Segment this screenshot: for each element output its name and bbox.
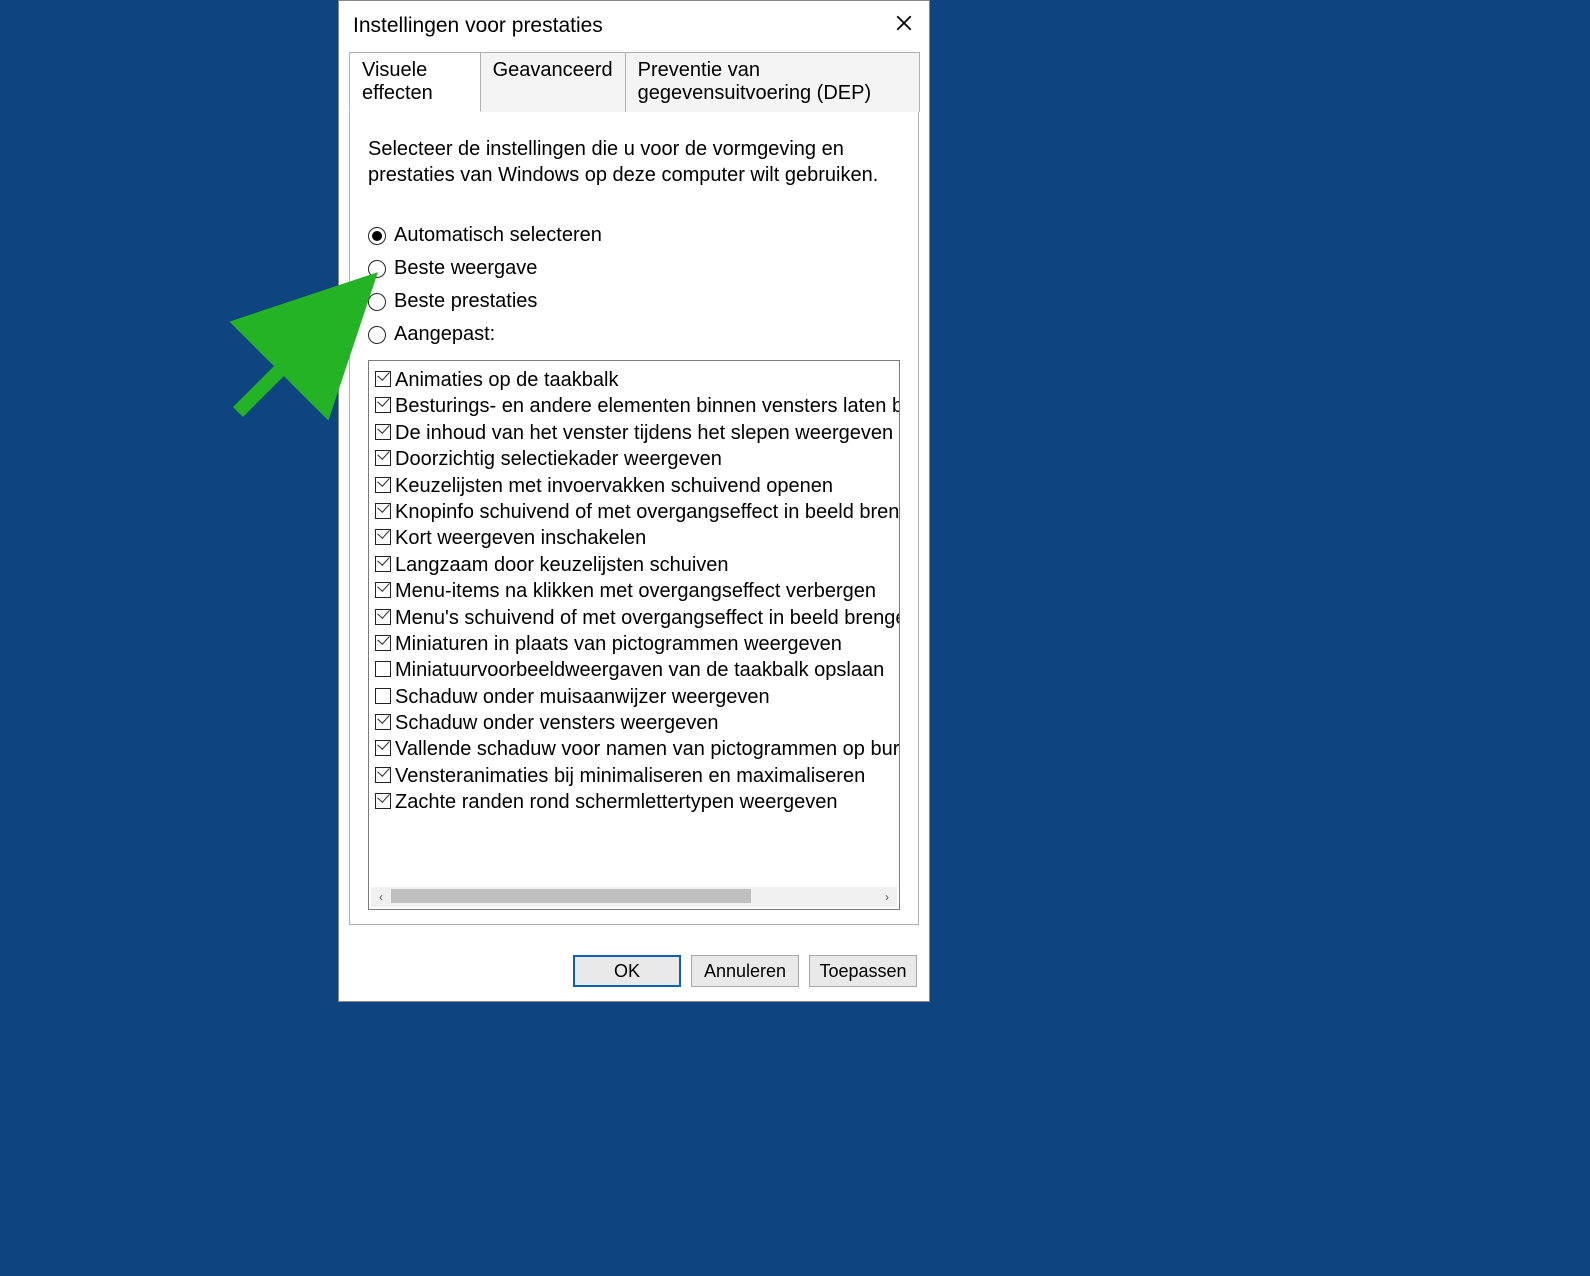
checkbox-icon[interactable]	[375, 609, 391, 625]
list-item-label: Schaduw onder vensters weergeven	[395, 710, 719, 736]
intro-text: Selecteer de instellingen die u voor de …	[368, 136, 888, 188]
list-item-label: Miniaturen in plaats van pictogrammen we…	[395, 631, 842, 657]
scroll-left-button[interactable]: ‹	[371, 887, 391, 907]
list-item[interactable]: Kort weergeven inschakelen	[375, 525, 895, 551]
checkbox-icon[interactable]	[375, 424, 391, 440]
checkbox-icon[interactable]	[375, 793, 391, 809]
list-item[interactable]: Schaduw onder vensters weergeven	[375, 710, 895, 736]
checkbox-icon[interactable]	[375, 740, 391, 756]
scroll-track[interactable]	[391, 887, 877, 907]
list-item-label: Menu's schuivend of met overgangseffect …	[395, 605, 900, 631]
checkbox-icon[interactable]	[375, 503, 391, 519]
list-item-label: Zachte randen rond schermlettertypen wee…	[395, 789, 837, 815]
list-item-label: Animaties op de taakbalk	[395, 367, 618, 393]
radio-label: Beste prestaties	[394, 290, 537, 313]
list-item[interactable]: Menu-items na klikken met overgangseffec…	[375, 578, 895, 604]
tabs-area: Visuele effecten Geavanceerd Preventie v…	[349, 51, 919, 925]
ok-button[interactable]: OK	[573, 955, 681, 987]
options-listbox[interactable]: Animaties op de taakbalkBesturings- en a…	[368, 360, 900, 910]
list-item[interactable]: Animaties op de taakbalk	[375, 367, 895, 393]
checkbox-icon[interactable]	[375, 635, 391, 651]
checkbox-icon[interactable]	[375, 714, 391, 730]
list-item[interactable]: Vallende schaduw voor namen van pictogra…	[375, 736, 895, 762]
radio-group: Automatisch selecteren Beste weergave Be…	[368, 224, 900, 346]
titlebar: Instellingen voor prestaties	[339, 1, 929, 51]
list-item[interactable]: Knopinfo schuivend of met overgangseffec…	[375, 499, 895, 525]
cancel-button[interactable]: Annuleren	[691, 955, 799, 987]
scroll-right-button[interactable]: ›	[877, 887, 897, 907]
list-item[interactable]: Menu's schuivend of met overgangseffect …	[375, 605, 895, 631]
radio-icon	[368, 227, 386, 245]
list-item[interactable]: Miniaturen in plaats van pictogrammen we…	[375, 631, 895, 657]
tabs: Visuele effecten Geavanceerd Preventie v…	[349, 51, 919, 112]
checkbox-icon[interactable]	[375, 529, 391, 545]
checkbox-icon[interactable]	[375, 397, 391, 413]
list-item-label: Knopinfo schuivend of met overgangseffec…	[395, 499, 900, 525]
list-item-label: Keuzelijsten met invoervakken schuivend …	[395, 473, 833, 499]
radio-icon	[368, 326, 386, 344]
checkbox-icon[interactable]	[375, 661, 391, 677]
dialog-title: Instellingen voor prestaties	[353, 14, 891, 38]
tab-advanced[interactable]: Geavanceerd	[480, 52, 626, 112]
list-item-label: Menu-items na klikken met overgangseffec…	[395, 578, 876, 604]
list-item-label: Kort weergeven inschakelen	[395, 525, 646, 551]
close-icon	[895, 14, 913, 38]
list-item[interactable]: Langzaam door keuzelijsten schuiven	[375, 552, 895, 578]
list-item-label: Schaduw onder muisaanwijzer weergeven	[395, 684, 770, 710]
tab-content-visual-effects: Selecteer de instellingen die u voor de …	[349, 112, 919, 925]
radio-icon	[368, 293, 386, 311]
radio-icon	[368, 260, 386, 278]
checkbox-icon[interactable]	[375, 688, 391, 704]
list-item[interactable]: Keuzelijsten met invoervakken schuivend …	[375, 473, 895, 499]
chevron-left-icon: ‹	[379, 890, 383, 904]
chevron-right-icon: ›	[885, 890, 889, 904]
radio-label: Beste weergave	[394, 257, 537, 280]
tab-dep[interactable]: Preventie van gegevensuitvoering (DEP)	[625, 52, 920, 112]
horizontal-scrollbar[interactable]: ‹ ›	[371, 887, 897, 907]
list-item[interactable]: Schaduw onder muisaanwijzer weergeven	[375, 684, 895, 710]
list-item-label: De inhoud van het venster tijdens het sl…	[395, 420, 893, 446]
checkbox-icon[interactable]	[375, 556, 391, 572]
list-item-label: Doorzichtig selectiekader weergeven	[395, 446, 722, 472]
list-item[interactable]: Besturings- en andere elementen binnen v…	[375, 393, 895, 419]
list-item-label: Miniatuurvoorbeeldweergaven van de taakb…	[395, 657, 884, 683]
scroll-thumb[interactable]	[391, 889, 751, 903]
list-item-label: Besturings- en andere elementen binnen v…	[395, 393, 900, 419]
radio-best-appearance[interactable]: Beste weergave	[368, 257, 900, 280]
list-item[interactable]: De inhoud van het venster tijdens het sl…	[375, 420, 895, 446]
list-item[interactable]: Miniatuurvoorbeeldweergaven van de taakb…	[375, 657, 895, 683]
checkbox-icon[interactable]	[375, 582, 391, 598]
list-item[interactable]: Vensteranimaties bij minimaliseren en ma…	[375, 763, 895, 789]
checkbox-icon[interactable]	[375, 477, 391, 493]
radio-label: Aangepast:	[394, 323, 495, 346]
performance-options-dialog: Instellingen voor prestaties Visuele eff…	[338, 0, 930, 1002]
checkbox-icon[interactable]	[375, 450, 391, 466]
list-item-label: Vallende schaduw voor namen van pictogra…	[395, 736, 900, 762]
close-button[interactable]	[891, 13, 917, 39]
apply-button[interactable]: Toepassen	[809, 955, 917, 987]
checkbox-icon[interactable]	[375, 371, 391, 387]
list-item-label: Vensteranimaties bij minimaliseren en ma…	[395, 763, 865, 789]
radio-label: Automatisch selecteren	[394, 224, 602, 247]
checkbox-icon[interactable]	[375, 767, 391, 783]
radio-auto[interactable]: Automatisch selecteren	[368, 224, 900, 247]
list-item[interactable]: Zachte randen rond schermlettertypen wee…	[375, 789, 895, 815]
radio-best-performance[interactable]: Beste prestaties	[368, 290, 900, 313]
radio-custom[interactable]: Aangepast:	[368, 323, 900, 346]
dialog-buttons: OK Annuleren Toepassen	[339, 945, 929, 1001]
list-item[interactable]: Doorzichtig selectiekader weergeven	[375, 446, 895, 472]
list-item-label: Langzaam door keuzelijsten schuiven	[395, 552, 729, 578]
tab-visual-effects[interactable]: Visuele effecten	[349, 52, 481, 112]
